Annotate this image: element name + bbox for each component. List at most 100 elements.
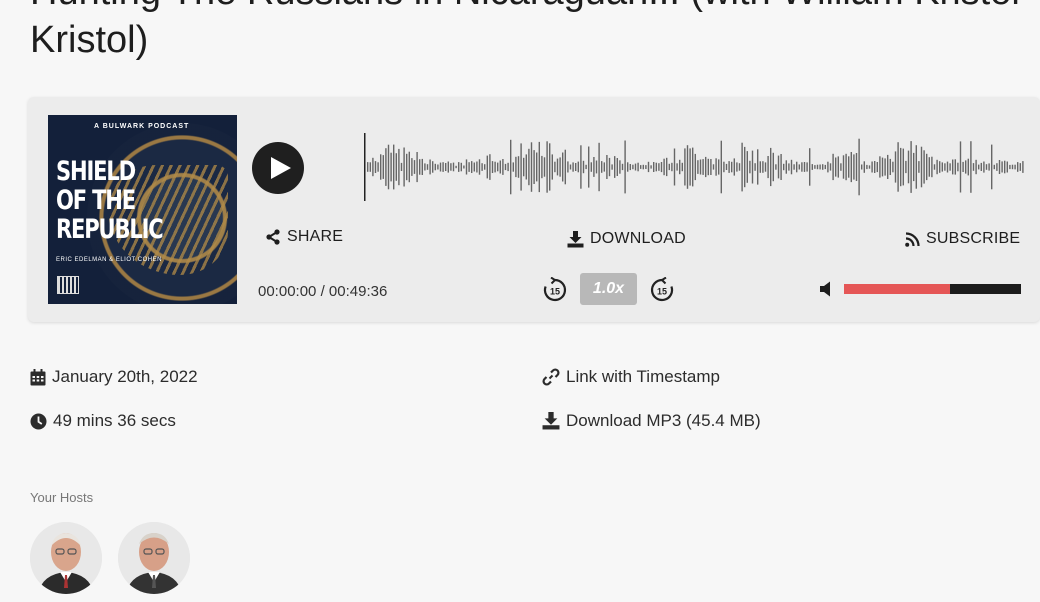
episode-title-line-2: Kristol) [30,19,149,61]
host-avatar[interactable] [118,522,190,594]
waveform-bar [887,154,889,179]
waveform-bar [848,156,850,178]
waveform-bar [403,147,405,187]
waveform-bar [850,152,852,183]
waveform-bar [788,163,790,171]
host-portrait-icon [118,522,190,594]
play-button[interactable] [252,142,304,194]
cover-title-line: OF THE [56,185,136,216]
host-portrait-icon [30,522,102,594]
waveform-bar [546,141,548,193]
waveform-bar [858,138,860,196]
waveform-bar [837,156,839,178]
waveform-bar [762,161,764,173]
waveform-bar [385,148,387,186]
waveform-bar [653,162,655,172]
waveform-bar [991,144,993,190]
share-button[interactable]: SHARE [265,228,343,246]
waveform-bar [413,160,416,174]
skip-forward-15-button[interactable]: 15 [649,277,675,303]
waveform-bar [445,163,447,171]
waveform-bar [744,146,746,188]
waveform-bar [528,148,530,186]
waveform-bar [923,150,925,184]
volume-icon[interactable] [819,281,835,297]
playback-time: 00:00:00 / 00:49:36 [258,283,387,300]
waveform-bar [840,163,842,171]
waveform-bar [551,154,553,180]
clock-icon [30,413,47,429]
waveform-bar [494,161,496,173]
waveform-bar [876,162,878,173]
waveform-bar [949,163,951,171]
waveform-bar [993,164,995,170]
waveform-bar [562,152,564,182]
waveform-bar [606,155,608,179]
waveform-bar [559,157,561,177]
waveform-bar [772,152,774,182]
link-with-timestamp[interactable]: Link with Timestamp [542,367,720,387]
episode-date-text: January 20th, 2022 [52,367,198,386]
waveform-bar [429,159,431,175]
total-time: 00:49:36 [328,283,388,300]
subscribe-button[interactable]: SUBSCRIBE [905,230,1020,248]
waveform-bar [489,154,491,180]
skip-back-15-button[interactable]: 15 [542,277,568,303]
waveform-bar [780,154,782,180]
waveform-bar [998,160,1001,174]
host-avatar[interactable] [30,522,102,594]
waveform-bar [941,162,943,172]
waveform-bar [499,160,501,174]
waveform-bar [437,164,439,170]
waveform-bar [398,148,400,186]
waveform-seekbar[interactable] [364,133,1024,201]
waveform-bar [452,162,455,172]
waveform-bar [419,159,421,175]
waveform-bar [720,140,722,194]
waveform-bar [616,158,618,176]
waveform-bar [515,156,517,178]
waveform-bar [965,160,967,174]
skip-forward-seconds: 15 [657,287,667,297]
waveform-bar [894,151,897,183]
waveform-bar [536,152,538,182]
waveform-bar [931,156,933,178]
waveform-bar [484,164,486,170]
download-mp3-link[interactable]: Download MP3 (45.4 MB) [542,411,761,431]
waveform-bar [390,152,392,182]
playhead-cursor[interactable] [364,133,366,201]
waveform-bar [910,141,912,193]
waveform-bar [645,165,647,169]
waveform-bar [684,148,686,186]
episode-duration-text: 49 mins 36 secs [53,411,176,430]
volume-level [844,284,951,294]
download-button[interactable]: DOWNLOAD [567,230,686,248]
waveform-bar [972,163,975,171]
waveform-bar [905,160,907,174]
waveform-bar [450,163,452,171]
link-with-timestamp-label: Link with Timestamp [566,367,720,386]
waveform-bar [926,153,928,181]
waveform-bar [863,161,865,173]
waveform-bar [676,163,678,171]
waveform-bar [822,164,824,170]
waveform-bar [988,163,990,171]
waveform-bar [996,163,998,171]
waveform-bar [954,159,956,175]
waveform-bar [705,156,707,178]
volume-slider[interactable] [844,284,1021,294]
waveform-bar [785,160,787,174]
time-separator: / [320,283,325,300]
waveform-bar [601,161,603,173]
waveform-bar [598,142,600,192]
waveform-bar [554,161,556,173]
waveform-bar [637,162,639,172]
waveform-bar [944,163,946,171]
waveform-bar [699,159,702,175]
waveform-bar [790,159,793,175]
waveform-bar [1017,162,1019,172]
waveform-bar [447,161,449,173]
playback-speed-button[interactable]: 1.0x [580,273,637,305]
waveform-bar [658,163,660,171]
waveform-bar [733,158,735,176]
